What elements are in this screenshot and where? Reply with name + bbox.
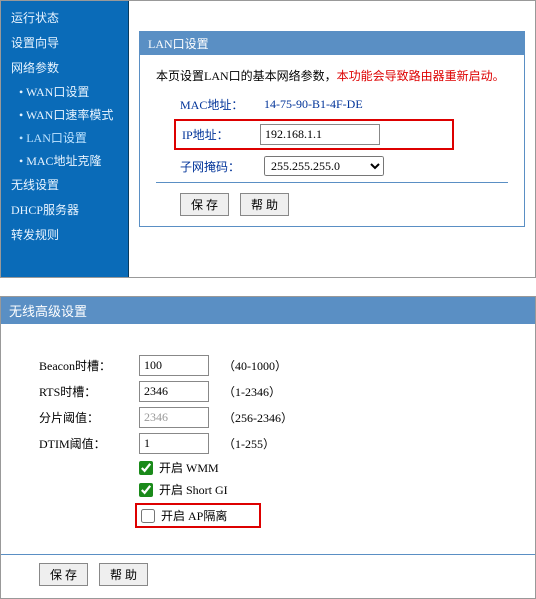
wireless-divider (1, 554, 535, 555)
rts-input[interactable] (139, 381, 209, 402)
wmm-checkbox[interactable] (139, 461, 153, 475)
shortgi-row: 开启 Short GI (139, 481, 521, 498)
sidebar-item-network[interactable]: 网络参数 (1, 55, 128, 80)
lan-desc-text: 本页设置LAN口的基本网络参数， (156, 69, 337, 83)
lan-desc-warn: 本功能会导致路由器重新启动。 (337, 69, 505, 83)
ip-row-highlight: IP地址： (174, 119, 454, 150)
mask-label: 子网掩码： (180, 158, 264, 175)
dtim-row: DTIM阈值： （1-255） (39, 433, 521, 454)
sidebar-sub-lan[interactable]: LAN口设置 (1, 126, 128, 149)
wireless-panel-body: Beacon时槽： （40-1000） RTS时槽： （1-2346） 分片阈值… (1, 324, 535, 538)
sidebar-item-status[interactable]: 运行状态 (1, 5, 128, 30)
divider (156, 182, 508, 183)
lan-button-row: 保 存 帮 助 (156, 193, 508, 216)
sidebar-sub-wan-speed[interactable]: WAN口速率模式 (1, 103, 128, 126)
mask-row: 子网掩码： 255.255.255.0 (156, 156, 508, 176)
wireless-button-row: 保 存 帮 助 (1, 563, 535, 586)
dtim-input[interactable] (139, 433, 209, 454)
main-content: LAN口设置 本页设置LAN口的基本网络参数，本功能会导致路由器重新启动。 MA… (129, 1, 535, 277)
ip-input[interactable] (260, 124, 380, 145)
rts-row: RTS时槽： （1-2346） (39, 381, 521, 402)
help-button[interactable]: 帮 助 (240, 193, 289, 216)
beacon-input[interactable] (139, 355, 209, 376)
wireless-save-button[interactable]: 保 存 (39, 563, 88, 586)
wireless-panel-title: 无线高级设置 (1, 297, 535, 324)
sidebar-sub-mac-clone[interactable]: MAC地址克隆 (1, 149, 128, 172)
mac-row: MAC地址： 14-75-90-B1-4F-DE (156, 96, 508, 113)
wireless-help-button[interactable]: 帮 助 (99, 563, 148, 586)
frag-row: 分片阈值： （256-2346） (39, 407, 521, 428)
beacon-label: Beacon时槽： (39, 357, 139, 374)
beacon-hint: （40-1000） (223, 357, 287, 374)
shortgi-label: 开启 Short GI (159, 481, 228, 498)
sidebar: 运行状态 设置向导 网络参数 WAN口设置 WAN口速率模式 LAN口设置 MA… (1, 1, 129, 277)
frag-hint: （256-2346） (223, 409, 293, 426)
rts-hint: （1-2346） (223, 383, 281, 400)
sidebar-item-forward[interactable]: 转发规则 (1, 222, 128, 247)
lan-description: 本页设置LAN口的基本网络参数，本功能会导致路由器重新启动。 (156, 67, 508, 84)
ip-label: IP地址： (182, 126, 260, 143)
wireless-advanced-panel: 无线高级设置 Beacon时槽： （40-1000） RTS时槽： （1-234… (0, 296, 536, 599)
wmm-label: 开启 WMM (159, 459, 219, 476)
sidebar-item-wizard[interactable]: 设置向导 (1, 30, 128, 55)
sidebar-sub-wan[interactable]: WAN口设置 (1, 80, 128, 103)
mask-select[interactable]: 255.255.255.0 (264, 156, 384, 176)
wmm-row: 开启 WMM (139, 459, 521, 476)
beacon-row: Beacon时槽： （40-1000） (39, 355, 521, 376)
ap-isolation-highlight: 开启 AP隔离 (135, 503, 261, 528)
mac-value: 14-75-90-B1-4F-DE (264, 97, 363, 112)
sidebar-item-wireless[interactable]: 无线设置 (1, 172, 128, 197)
save-button[interactable]: 保 存 (180, 193, 229, 216)
lan-panel-body: 本页设置LAN口的基本网络参数，本功能会导致路由器重新启动。 MAC地址： 14… (140, 55, 524, 226)
rts-label: RTS时槽： (39, 383, 139, 400)
ap-isolation-label: 开启 AP隔离 (161, 507, 227, 524)
frag-input (139, 407, 209, 428)
sidebar-item-dhcp[interactable]: DHCP服务器 (1, 197, 128, 222)
dtim-hint: （1-255） (223, 435, 275, 452)
mac-label: MAC地址： (180, 96, 264, 113)
shortgi-checkbox[interactable] (139, 483, 153, 497)
lan-panel: LAN口设置 本页设置LAN口的基本网络参数，本功能会导致路由器重新启动。 MA… (139, 31, 525, 227)
top-panel: 运行状态 设置向导 网络参数 WAN口设置 WAN口速率模式 LAN口设置 MA… (0, 0, 536, 278)
lan-panel-title: LAN口设置 (140, 32, 524, 55)
frag-label: 分片阈值： (39, 409, 139, 426)
dtim-label: DTIM阈值： (39, 435, 139, 452)
